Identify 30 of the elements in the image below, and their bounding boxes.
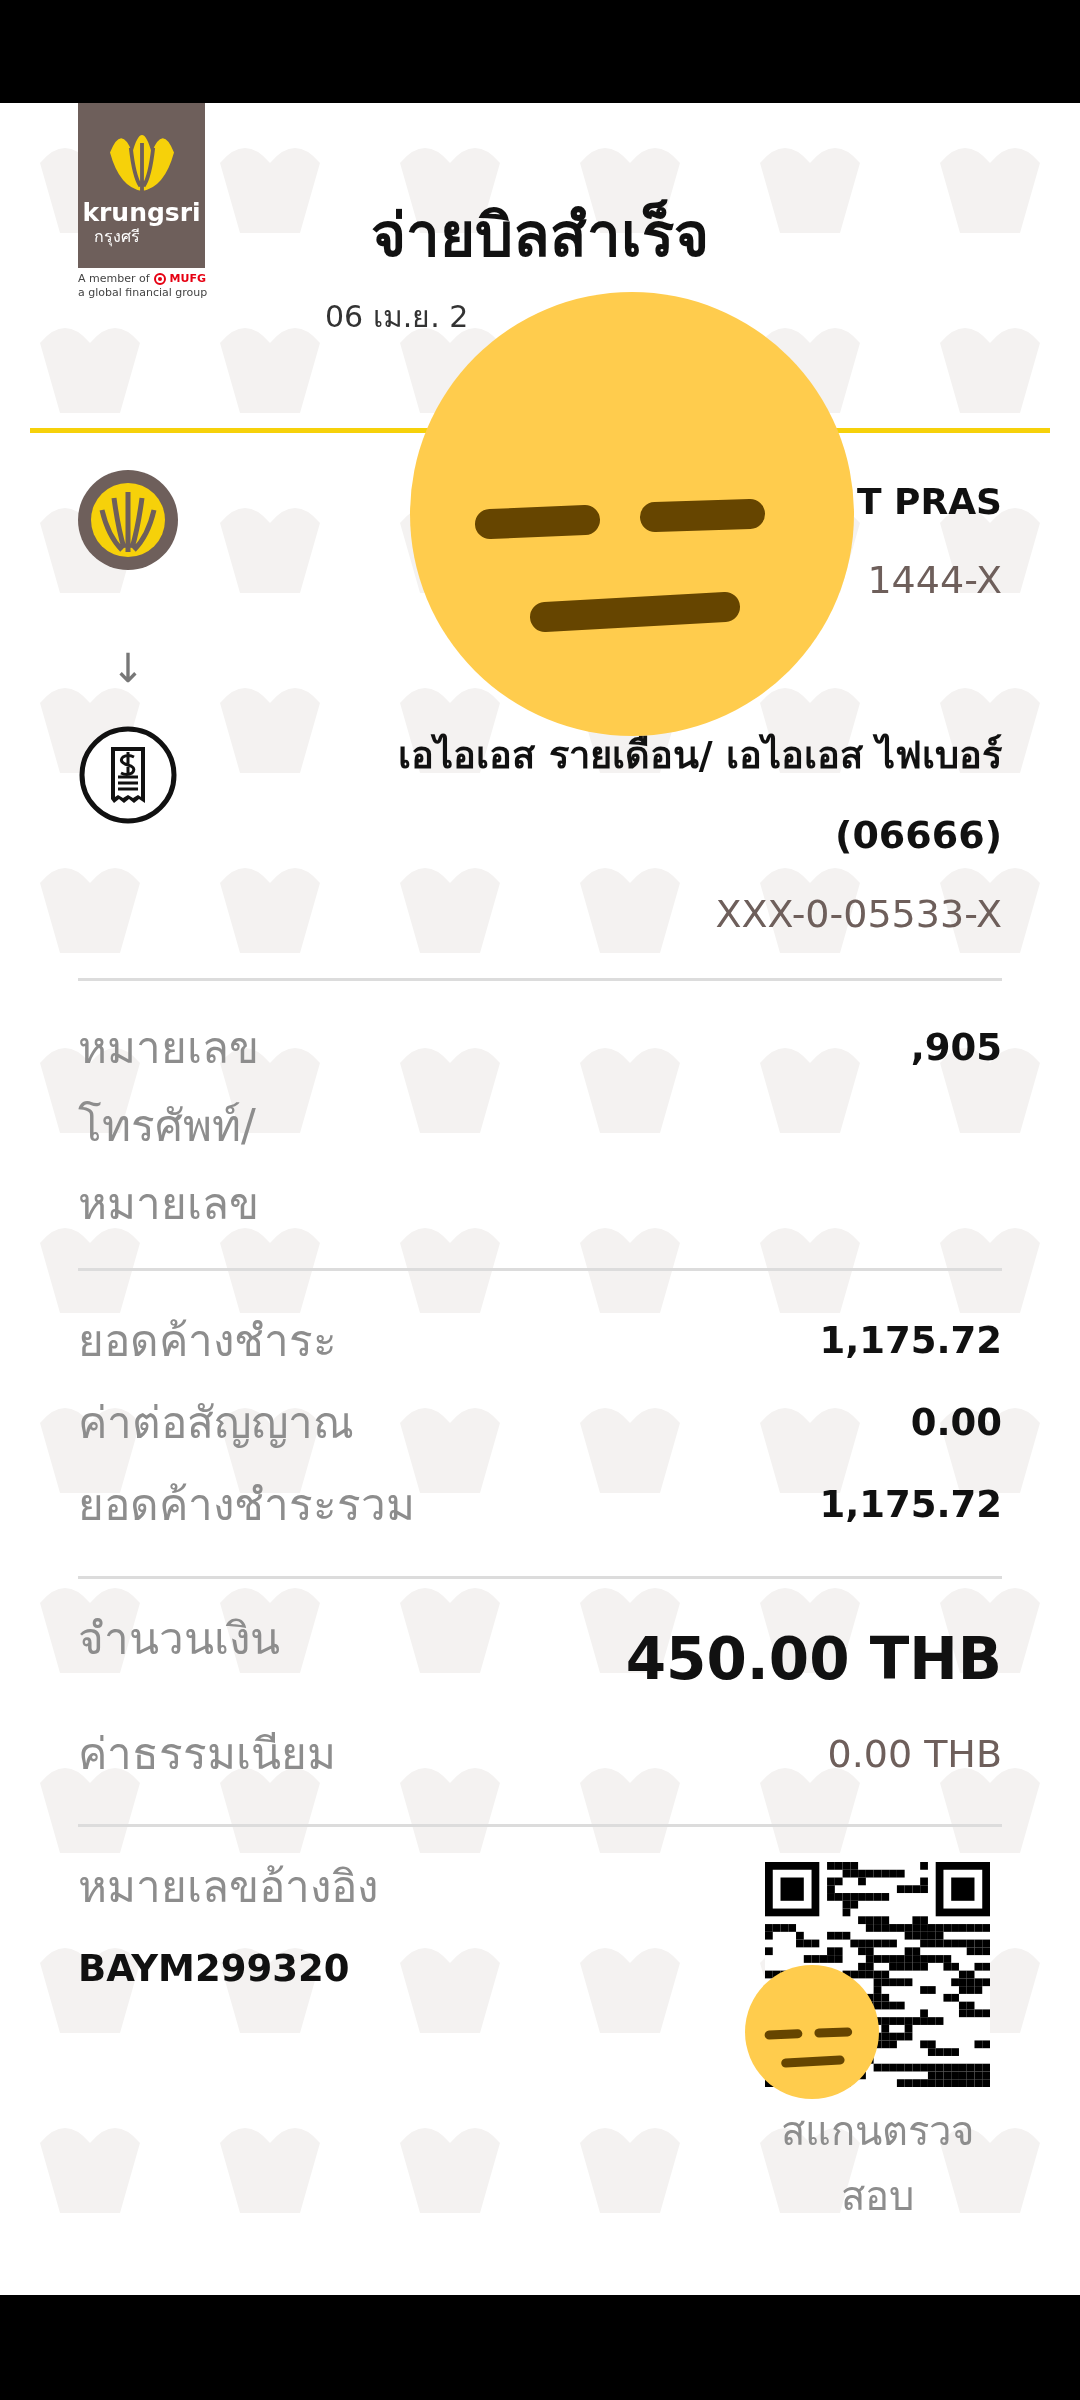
fee-value: 0.00 THB [827, 1731, 1002, 1778]
payer-account: 1444-X [866, 557, 1002, 604]
biller-account: XXX-0-05533-X [714, 891, 1002, 938]
reference-label: หมายเลขอ้างอิง [78, 1860, 378, 1914]
amount-label: จำนวนเงิน [78, 1612, 280, 1666]
tagline-text: a global financial group [78, 286, 205, 301]
fee-label: ค่าธรรมเนียม [78, 1727, 336, 1781]
field-label: ยอดค้างชำระรวม [78, 1478, 415, 1532]
bank-logo-icon [78, 470, 178, 570]
field-value: ,905 [910, 1025, 1002, 1071]
brand-name: krungsri [82, 199, 201, 227]
field-label: ค่าต่อสัญญาณ [78, 1396, 354, 1450]
field-value: 1,175.72 [819, 1482, 1002, 1528]
receipt-icon [78, 725, 178, 825]
ring-icon [153, 273, 166, 286]
field-label: ยอดค้างชำระ [78, 1314, 337, 1368]
down-arrow: ↓ [111, 645, 145, 691]
reference-number: BAYM299320 [78, 1946, 351, 1992]
group-name: MUFG [169, 272, 206, 287]
brand-thai-name: กรุงศรี [94, 226, 140, 246]
payer-name: T PRAS [856, 480, 1002, 524]
field-label: หมายเลขโทรศัพท์/หมายเลข [78, 1021, 260, 1231]
scan-caption: สแกนตรวจสอบ [780, 2107, 975, 2221]
biller-name: เอไอเอส รายเดือน/ เอไอเอส ไฟเบอร์ (06666) [397, 732, 1002, 859]
member-text: A member of [78, 272, 150, 287]
amount-value: 450.00 THB [625, 1624, 1002, 1695]
page-title: จ่ายบิลสำเร็จ [371, 199, 709, 271]
date-text: 06 เม.ย. 2 [325, 299, 469, 334]
field-value: 1,175.72 [819, 1318, 1002, 1364]
field-value: 0.00 [910, 1400, 1002, 1446]
